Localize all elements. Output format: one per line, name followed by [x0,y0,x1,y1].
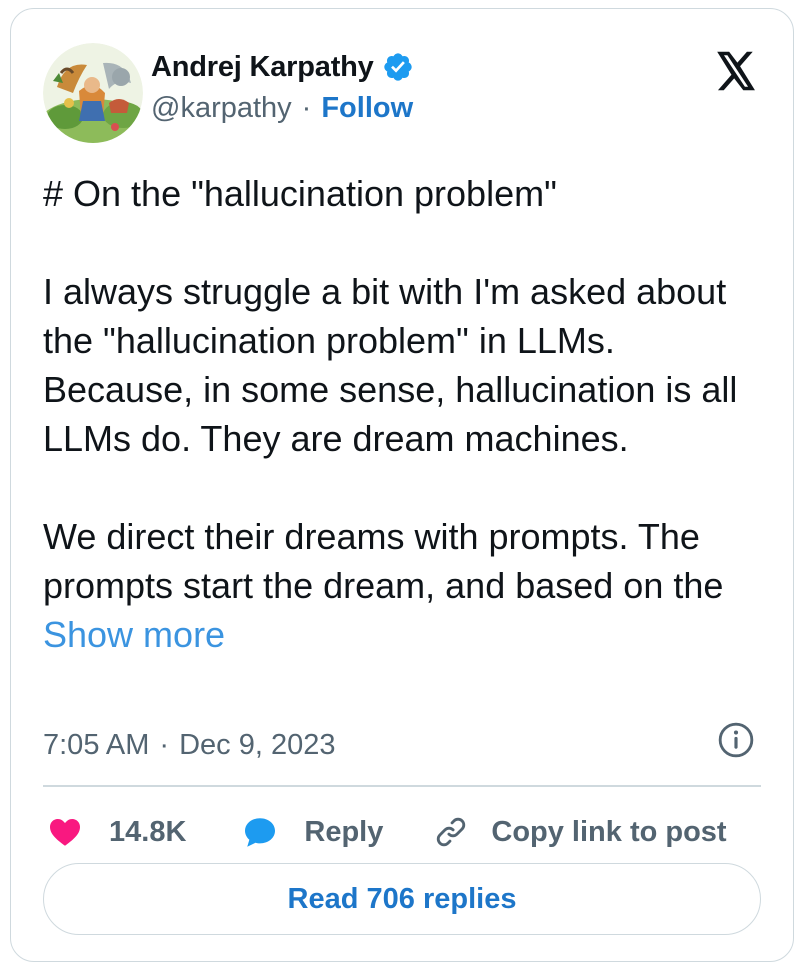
read-replies-button[interactable]: Read 706 replies [43,863,761,935]
divider [43,785,761,787]
handle-row: @karpathy · Follow [151,92,413,125]
like-count: 14.8K [109,815,187,848]
show-more-link[interactable]: Show more [43,614,225,655]
tweet-paragraph-1: I always struggle a bit with I'm asked a… [43,271,738,459]
read-replies-label: Read 706 replies [287,882,517,915]
handle-separator: · [301,92,312,124]
timestamp-separator: · [159,729,170,761]
follow-button[interactable]: Follow [321,92,413,125]
copy-link-label: Copy link to post [491,815,727,848]
info-icon[interactable] [717,721,755,759]
x-logo-icon[interactable] [715,51,757,91]
avatar[interactable] [43,43,143,143]
reply-label: Reply [304,815,384,848]
tweet-time: 7:05 AM [43,729,150,761]
copy-link-button[interactable]: Copy link to post [433,814,727,850]
tweet-heading: # On the "hallucination problem" [43,173,557,214]
tweet-paragraph-2: We direct their dreams with prompts. The… [43,512,763,659]
author-name-row: Andrej Karpathy [151,47,414,87]
author-handle[interactable]: @karpathy [151,92,292,125]
verified-badge-icon [382,51,414,83]
like-button[interactable]: 14.8K [47,814,186,850]
author-name[interactable]: Andrej Karpathy [151,51,374,84]
timestamp[interactable]: 7:05 AM · Dec 9, 2023 [43,729,335,762]
reply-button[interactable]: Reply [242,814,383,850]
avatar-image [43,43,143,143]
tweet-card: Andrej Karpathy @karpathy · Follow # On … [10,8,794,962]
heart-icon [47,814,83,850]
tweet-text: # On the "hallucination problem" I alway… [43,169,763,659]
reply-bubble-icon [242,814,278,850]
tweet-date: Dec 9, 2023 [179,729,336,761]
link-icon [433,814,469,850]
action-bar: 14.8K Reply Copy link to post [47,809,727,855]
tweet-paragraph-2-text: We direct their dreams with prompts. The… [43,516,724,606]
